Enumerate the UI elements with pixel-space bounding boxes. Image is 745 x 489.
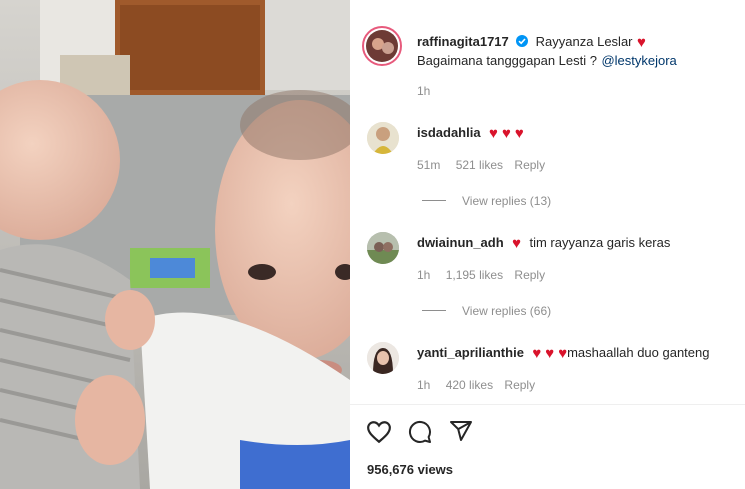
view-replies-line [422,310,446,311]
share-icon[interactable] [448,419,474,443]
reply-button[interactable]: Reply [514,268,545,282]
comment-avatar-image [367,232,399,264]
author-avatar-image [366,30,398,62]
comment-avatar-image [367,342,399,374]
comment-username[interactable]: dwiainun_adh [417,235,504,250]
view-replies-line [422,200,446,201]
heart-emoji-icon: ♥ [489,125,498,142]
view-replies-button[interactable]: View replies (13) [462,194,551,208]
heart-emoji-icon: ♥ [514,125,524,142]
comment-likes[interactable]: 521 likes [456,158,503,172]
comment-avatar[interactable] [367,342,399,374]
comment-time: 1h [417,378,431,392]
comment-avatar-image [367,122,399,154]
comment-text: mashaallah duo ganteng [567,345,710,360]
comment-avatar[interactable] [367,232,399,264]
comment-item: yanti_aprilianthie ♥ ♥ ♥mashaallah duo gan… [417,344,709,362]
reply-button[interactable]: Reply [514,158,545,172]
post-time: 1h [417,84,431,98]
caption-tagged-name: Rayyanza Leslar [535,34,633,49]
heart-emoji-icon: ♥ [545,345,555,362]
heart-emoji-icon: ♥ [636,34,646,51]
comment-username[interactable]: isdadahlia [417,125,481,140]
comment-icon[interactable] [407,420,433,444]
caption-mention-link[interactable]: @lestykejora [601,53,676,68]
comment-likes[interactable]: 1,195 likes [446,268,503,282]
comment-item: dwiainun_adh ♥ tim rayyanza garis keras [417,234,670,252]
author-username[interactable]: raffinagita1717 [417,34,509,49]
views-count[interactable]: 956,676 views [367,462,453,477]
heart-emoji-icon: ♥ [501,125,511,142]
actions-divider [350,404,745,405]
heart-icon[interactable] [366,420,392,444]
comment-username[interactable]: yanti_aprilianthie [417,345,524,360]
comment-likes[interactable]: 420 likes [446,378,493,392]
comment-time: 51m [417,158,441,172]
heart-emoji-icon: ♥ [512,235,522,252]
heart-emoji-icon: ♥ [558,345,568,362]
comment-time: 1h [417,268,431,282]
view-replies-button[interactable]: View replies (66) [462,304,551,318]
post-photo [0,0,350,489]
author-avatar[interactable] [362,26,402,66]
reply-button[interactable]: Reply [504,378,535,392]
post-media[interactable] [0,0,350,489]
comment-item: isdadahlia ♥ ♥ ♥ [417,124,524,142]
comment-avatar[interactable] [367,122,399,154]
comments-panel: raffinagita1717 Rayyanza Leslar ♥ Bagaim… [350,0,745,489]
comment-text: tim rayyanza garis keras [529,235,671,250]
verified-badge-icon [516,35,529,47]
caption-text: Bagaimana tangggapan Lesti ? [417,53,597,68]
heart-emoji-icon: ♥ [532,345,542,362]
